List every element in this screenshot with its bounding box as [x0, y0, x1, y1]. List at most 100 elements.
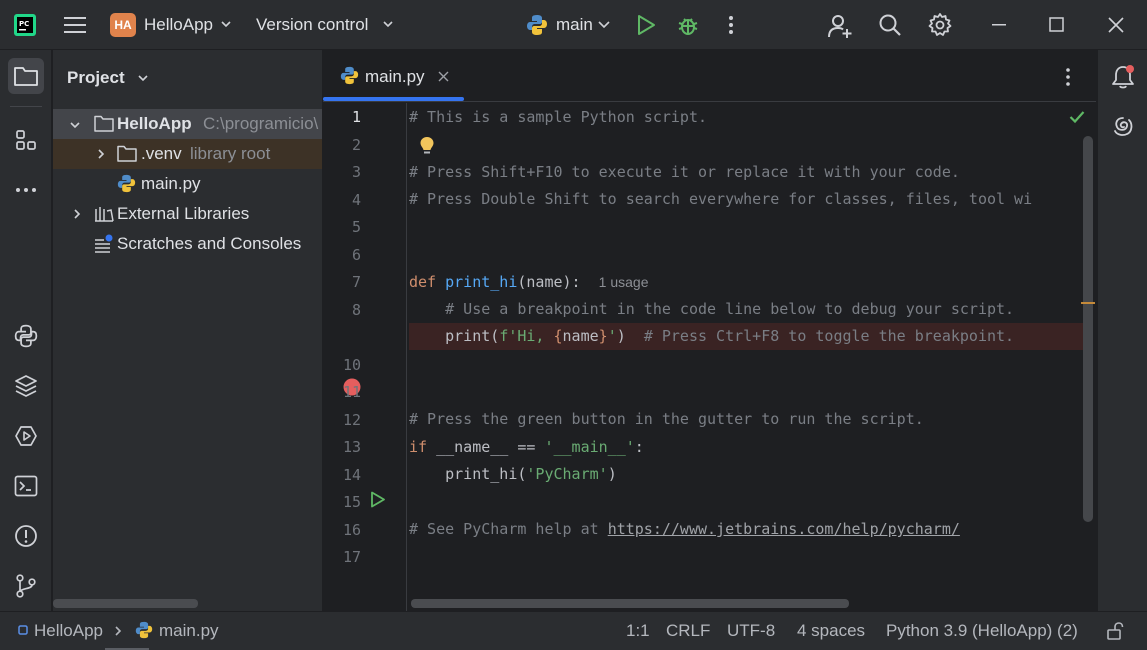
line-number: 17 [342, 548, 361, 566]
folder-icon [14, 67, 38, 86]
title-bar: PC HA HelloApp Version control main [0, 0, 1147, 50]
code-line: # Press Shift+F10 to execute it or repla… [409, 159, 1093, 186]
project-tool-button[interactable] [8, 58, 44, 94]
tree-item-hint: library root [190, 144, 271, 163]
python-icon [135, 621, 153, 639]
code-text: (name): [517, 273, 581, 291]
more-vertical-icon[interactable] [1063, 67, 1073, 87]
close-icon[interactable] [438, 71, 449, 82]
code-text: # Press Double Shift to search everywher… [409, 190, 1033, 208]
scratches-icon [95, 234, 113, 253]
line-number: 3 [351, 163, 361, 181]
chevron-right-icon[interactable] [71, 208, 83, 220]
code-line: # Use a breakpoint in the code line belo… [409, 296, 1093, 323]
services-tool-button[interactable] [8, 418, 44, 454]
breakpoint-line: print(f'Hi, {name}') # Press Ctrl+F8 to … [409, 323, 1093, 350]
line-number: 14 [342, 466, 361, 484]
tree-item-venv[interactable]: .venv library root [53, 139, 322, 169]
problems-icon [15, 525, 37, 547]
right-tool-strip [1097, 50, 1147, 611]
problems-tool-button[interactable] [8, 518, 44, 554]
code-line: # This is a sample Python script. [409, 104, 1093, 131]
gear-icon[interactable] [927, 12, 953, 38]
lightbulb-icon[interactable] [419, 136, 435, 156]
tree-item-main-py[interactable]: main.py [53, 169, 322, 199]
line-number: 8 [351, 301, 361, 319]
python-console-button[interactable] [8, 318, 44, 354]
structure-icon [16, 130, 36, 150]
code-string: '__main__' [544, 438, 635, 456]
run-icon[interactable] [636, 14, 656, 36]
editor-tab-bar: main.py [323, 50, 1096, 102]
search-icon[interactable] [878, 13, 902, 37]
terminal-tool-button[interactable] [8, 468, 44, 504]
breadcrumb-project[interactable]: HelloApp [34, 621, 103, 641]
python-icon [340, 66, 359, 85]
bell-icon[interactable] [1111, 64, 1135, 90]
line-number: 15 [342, 493, 361, 511]
python-console-icon [14, 324, 38, 348]
horizontal-scrollbar[interactable] [411, 599, 849, 608]
tree-item-scratches[interactable]: Scratches and Consoles [53, 229, 322, 259]
python-interpreter[interactable]: Python 3.9 (HelloApp) (2) [886, 621, 1078, 641]
file-encoding[interactable]: UTF-8 [727, 621, 775, 641]
code-string: ' [607, 327, 617, 345]
tree-item-label: main.py [141, 174, 201, 193]
lock-icon[interactable] [1106, 622, 1124, 640]
code-brace: { [553, 327, 563, 345]
tab-label: main.py [365, 67, 425, 86]
panel-title[interactable]: Project [67, 68, 125, 88]
minimize-icon[interactable] [992, 24, 1006, 26]
line-number: 12 [342, 411, 361, 429]
checkmark-icon[interactable] [1069, 110, 1085, 124]
line-number: 6 [351, 246, 361, 264]
code-text: ) [607, 465, 617, 483]
code-editor[interactable]: # This is a sample Python script. # Pres… [409, 103, 1096, 611]
pycharm-logo-icon[interactable]: PC [14, 14, 36, 36]
line-separator[interactable]: CRLF [666, 621, 710, 641]
chevron-down-icon[interactable] [220, 18, 232, 30]
code-line: if __name__ == '__main__': [409, 434, 1093, 461]
debug-bug-icon[interactable] [677, 13, 699, 37]
more-vertical-icon[interactable] [724, 14, 738, 36]
code-text: ( [490, 327, 500, 345]
caret-position[interactable]: 1:1 [626, 621, 650, 641]
run-gutter-icon[interactable] [370, 491, 386, 508]
add-user-icon[interactable] [828, 13, 854, 39]
more-horizontal-icon [16, 188, 36, 192]
chevron-down-icon[interactable] [69, 119, 81, 131]
git-tool-button[interactable] [8, 568, 44, 604]
tab-main-py[interactable]: main.py [323, 50, 464, 102]
help-link[interactable]: https://www.jetbrains.com/help/pycharm/ [608, 520, 960, 538]
terminal-icon [14, 475, 38, 497]
indent-setting[interactable]: 4 spaces [797, 621, 865, 641]
line-number: 16 [342, 521, 361, 539]
tree-item-helloapp[interactable]: HelloApp C:\programicio\ [53, 109, 322, 139]
line-number-gutter[interactable]: 1 2 3 4 5 6 7 8 10 11 12 13 14 15 16 17 [323, 103, 407, 611]
project-name[interactable]: HelloApp [144, 15, 213, 35]
usage-hint[interactable]: 1 usage [599, 274, 649, 290]
version-control-menu[interactable]: Version control [256, 15, 368, 35]
breadcrumb-file[interactable]: main.py [159, 621, 219, 641]
more-tools-button[interactable] [8, 172, 44, 208]
chevron-down-icon[interactable] [382, 18, 394, 30]
project-badge[interactable]: HA [110, 13, 136, 37]
horizontal-scrollbar[interactable] [53, 599, 198, 608]
line-number: 4 [351, 191, 361, 209]
run-configuration[interactable]: main [556, 15, 593, 35]
hamburger-menu-icon[interactable] [64, 16, 86, 34]
packages-tool-button[interactable] [8, 368, 44, 404]
vertical-scrollbar[interactable] [1083, 136, 1093, 522]
scroll-marker [1081, 302, 1095, 304]
line-number: 5 [351, 218, 361, 236]
code-text: # Press the green button in the gutter t… [409, 410, 924, 428]
chevron-down-icon[interactable] [597, 18, 611, 30]
maximize-icon[interactable] [1049, 17, 1065, 33]
structure-tool-button[interactable] [8, 122, 44, 158]
ai-assistant-icon[interactable] [1111, 114, 1135, 138]
close-icon[interactable] [1107, 16, 1125, 34]
tree-item-external-libraries[interactable]: External Libraries [53, 199, 322, 229]
chevron-right-icon[interactable] [95, 148, 107, 160]
code-string: 'PyCharm' [526, 465, 608, 483]
chevron-down-icon[interactable] [137, 72, 149, 84]
